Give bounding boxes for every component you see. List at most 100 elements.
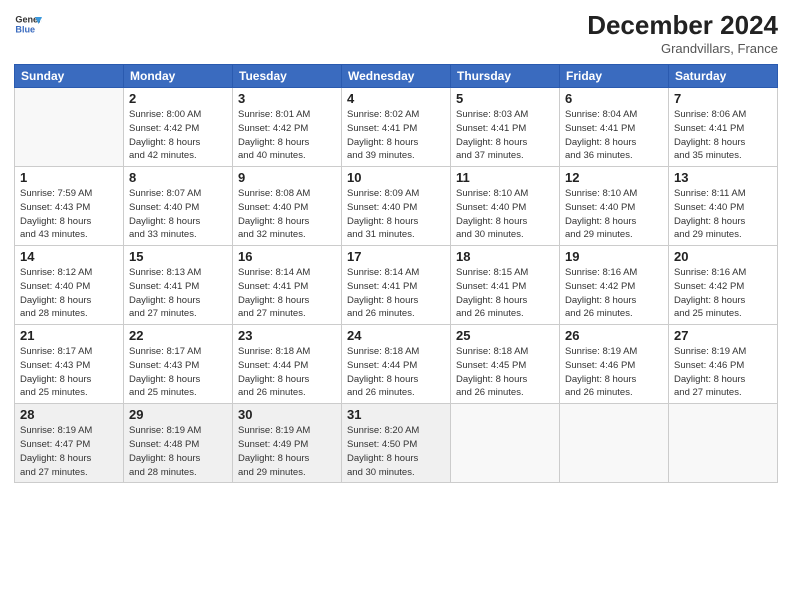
day-number: 18: [456, 249, 554, 264]
day-info: Sunrise: 8:19 AMSunset: 4:49 PMDaylight:…: [238, 425, 310, 477]
day-info: Sunrise: 8:10 AMSunset: 4:40 PMDaylight:…: [456, 188, 528, 240]
calendar-cell: 26 Sunrise: 8:19 AMSunset: 4:46 PMDayligh…: [560, 325, 669, 404]
col-header-thursday: Thursday: [451, 65, 560, 88]
calendar-week-1: 1 Sunrise: 7:59 AMSunset: 4:43 PMDaylight…: [15, 167, 778, 246]
calendar-cell: 20 Sunrise: 8:16 AMSunset: 4:42 PMDayligh…: [669, 246, 778, 325]
title-block: December 2024 Grandvillars, France: [587, 10, 778, 56]
calendar-cell: 2Sunrise: 8:00 AMSunset: 4:42 PMDaylight…: [124, 88, 233, 167]
day-number: 9: [238, 170, 336, 185]
day-number: 14: [20, 249, 118, 264]
day-info: Sunrise: 8:20 AMSunset: 4:50 PMDaylight:…: [347, 425, 419, 477]
day-number: 1: [20, 170, 118, 185]
day-info: Sunrise: 8:06 AMSunset: 4:41 PMDaylight:…: [674, 109, 746, 161]
calendar-week-0: 2Sunrise: 8:00 AMSunset: 4:42 PMDaylight…: [15, 88, 778, 167]
calendar-cell: 19 Sunrise: 8:16 AMSunset: 4:42 PMDayligh…: [560, 246, 669, 325]
day-info: Sunrise: 8:11 AMSunset: 4:40 PMDaylight:…: [674, 188, 746, 240]
calendar-cell: 22 Sunrise: 8:17 AMSunset: 4:43 PMDayligh…: [124, 325, 233, 404]
day-info: Sunrise: 8:18 AMSunset: 4:45 PMDaylight:…: [456, 346, 528, 398]
col-header-monday: Monday: [124, 65, 233, 88]
logo: General Blue: [14, 10, 42, 38]
day-info: Sunrise: 8:16 AMSunset: 4:42 PMDaylight:…: [674, 267, 746, 319]
day-info: Sunrise: 8:13 AMSunset: 4:41 PMDaylight:…: [129, 267, 201, 319]
day-info: Sunrise: 8:14 AMSunset: 4:41 PMDaylight:…: [238, 267, 310, 319]
day-info: Sunrise: 8:19 AMSunset: 4:47 PMDaylight:…: [20, 425, 92, 477]
day-number: 15: [129, 249, 227, 264]
day-number: 30: [238, 407, 336, 422]
col-header-saturday: Saturday: [669, 65, 778, 88]
day-info: Sunrise: 8:18 AMSunset: 4:44 PMDaylight:…: [347, 346, 419, 398]
day-number: 25: [456, 328, 554, 343]
day-number: 29: [129, 407, 227, 422]
day-number: 22: [129, 328, 227, 343]
calendar-cell: 12 Sunrise: 8:10 AMSunset: 4:40 PMDayligh…: [560, 167, 669, 246]
day-number: 5: [456, 91, 554, 106]
location: Grandvillars, France: [587, 41, 778, 56]
col-header-sunday: Sunday: [15, 65, 124, 88]
day-info: Sunrise: 8:14 AMSunset: 4:41 PMDaylight:…: [347, 267, 419, 319]
day-info: Sunrise: 8:19 AMSunset: 4:46 PMDaylight:…: [674, 346, 746, 398]
col-header-tuesday: Tuesday: [233, 65, 342, 88]
day-number: 26: [565, 328, 663, 343]
calendar-cell: 29 Sunrise: 8:19 AMSunset: 4:48 PMDayligh…: [124, 404, 233, 483]
calendar-cell: 27 Sunrise: 8:19 AMSunset: 4:46 PMDayligh…: [669, 325, 778, 404]
day-info: Sunrise: 8:17 AMSunset: 4:43 PMDaylight:…: [20, 346, 92, 398]
calendar-cell: 21 Sunrise: 8:17 AMSunset: 4:43 PMDayligh…: [15, 325, 124, 404]
day-number: 4: [347, 91, 445, 106]
day-info: Sunrise: 8:02 AMSunset: 4:41 PMDaylight:…: [347, 109, 419, 161]
day-info: Sunrise: 8:19 AMSunset: 4:48 PMDaylight:…: [129, 425, 201, 477]
month-title: December 2024: [587, 10, 778, 41]
day-info: Sunrise: 8:15 AMSunset: 4:41 PMDaylight:…: [456, 267, 528, 319]
day-number: 10: [347, 170, 445, 185]
day-info: Sunrise: 8:04 AMSunset: 4:41 PMDaylight:…: [565, 109, 637, 161]
day-number: 20: [674, 249, 772, 264]
day-number: 21: [20, 328, 118, 343]
col-header-friday: Friday: [560, 65, 669, 88]
day-number: 17: [347, 249, 445, 264]
day-info: Sunrise: 8:17 AMSunset: 4:43 PMDaylight:…: [129, 346, 201, 398]
calendar-cell: 7 Sunrise: 8:06 AMSunset: 4:41 PMDaylight…: [669, 88, 778, 167]
day-number: 13: [674, 170, 772, 185]
day-info: Sunrise: 8:10 AMSunset: 4:40 PMDaylight:…: [565, 188, 637, 240]
day-info: Sunrise: 8:00 AMSunset: 4:42 PMDaylight:…: [129, 109, 201, 161]
day-number: 11: [456, 170, 554, 185]
day-number: 23: [238, 328, 336, 343]
calendar-cell: 3Sunrise: 8:01 AMSunset: 4:42 PMDaylight…: [233, 88, 342, 167]
calendar-week-3: 21 Sunrise: 8:17 AMSunset: 4:43 PMDayligh…: [15, 325, 778, 404]
day-number: 3: [238, 91, 336, 106]
day-number: 7: [674, 91, 772, 106]
logo-icon: General Blue: [14, 10, 42, 38]
day-info: Sunrise: 8:16 AMSunset: 4:42 PMDaylight:…: [565, 267, 637, 319]
calendar-cell: 28 Sunrise: 8:19 AMSunset: 4:47 PMDayligh…: [15, 404, 124, 483]
calendar-cell: 10 Sunrise: 8:09 AMSunset: 4:40 PMDayligh…: [342, 167, 451, 246]
day-number: 8: [129, 170, 227, 185]
calendar-cell: 25 Sunrise: 8:18 AMSunset: 4:45 PMDayligh…: [451, 325, 560, 404]
day-info: Sunrise: 7:59 AMSunset: 4:43 PMDaylight:…: [20, 188, 92, 240]
day-info: Sunrise: 8:08 AMSunset: 4:40 PMDaylight:…: [238, 188, 310, 240]
calendar-cell: 24 Sunrise: 8:18 AMSunset: 4:44 PMDayligh…: [342, 325, 451, 404]
calendar-week-2: 14 Sunrise: 8:12 AMSunset: 4:40 PMDayligh…: [15, 246, 778, 325]
calendar-cell: 23Sunrise: 8:18 AMSunset: 4:44 PMDayligh…: [233, 325, 342, 404]
calendar-cell: 5 Sunrise: 8:03 AMSunset: 4:41 PMDaylight…: [451, 88, 560, 167]
day-info: Sunrise: 8:19 AMSunset: 4:46 PMDaylight:…: [565, 346, 637, 398]
day-number: 28: [20, 407, 118, 422]
calendar-week-4: 28 Sunrise: 8:19 AMSunset: 4:47 PMDayligh…: [15, 404, 778, 483]
header: General Blue December 2024 Grandvillars,…: [14, 10, 778, 56]
calendar-cell: 31Sunrise: 8:20 AMSunset: 4:50 PMDayligh…: [342, 404, 451, 483]
day-info: Sunrise: 8:09 AMSunset: 4:40 PMDaylight:…: [347, 188, 419, 240]
calendar-cell: 6Sunrise: 8:04 AMSunset: 4:41 PMDaylight…: [560, 88, 669, 167]
calendar-cell: 4 Sunrise: 8:02 AMSunset: 4:41 PMDaylight…: [342, 88, 451, 167]
day-info: Sunrise: 8:03 AMSunset: 4:41 PMDaylight:…: [456, 109, 528, 161]
day-number: 24: [347, 328, 445, 343]
svg-text:Blue: Blue: [15, 24, 35, 34]
day-number: 27: [674, 328, 772, 343]
day-number: 12: [565, 170, 663, 185]
calendar-cell: 16 Sunrise: 8:14 AMSunset: 4:41 PMDayligh…: [233, 246, 342, 325]
day-info: Sunrise: 8:12 AMSunset: 4:40 PMDaylight:…: [20, 267, 92, 319]
calendar-cell: 18 Sunrise: 8:15 AMSunset: 4:41 PMDayligh…: [451, 246, 560, 325]
day-number: 16: [238, 249, 336, 264]
calendar-cell: [560, 404, 669, 483]
calendar-cell: 15 Sunrise: 8:13 AMSunset: 4:41 PMDayligh…: [124, 246, 233, 325]
day-number: 19: [565, 249, 663, 264]
calendar-cell: 30 Sunrise: 8:19 AMSunset: 4:49 PMDayligh…: [233, 404, 342, 483]
calendar-cell: 9 Sunrise: 8:08 AMSunset: 4:40 PMDaylight…: [233, 167, 342, 246]
